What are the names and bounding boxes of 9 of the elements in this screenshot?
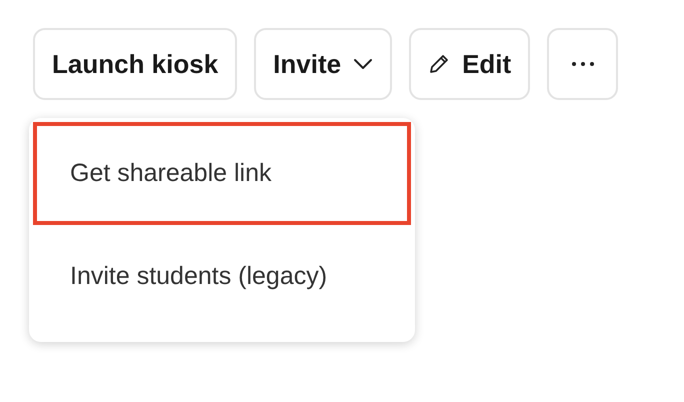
more-button[interactable]: [547, 28, 618, 100]
caret-icon: [353, 58, 374, 70]
more-icon: [570, 61, 595, 67]
edit-button[interactable]: Edit: [409, 28, 530, 100]
invite-dropdown-button[interactable]: Invite: [254, 28, 392, 100]
menu-item[interactable]: Invite students (legacy): [33, 225, 411, 328]
pencil-icon: [428, 53, 450, 75]
menu-item[interactable]: Get shareable link: [33, 122, 411, 225]
launch-button[interactable]: Launch kiosk: [33, 28, 238, 100]
